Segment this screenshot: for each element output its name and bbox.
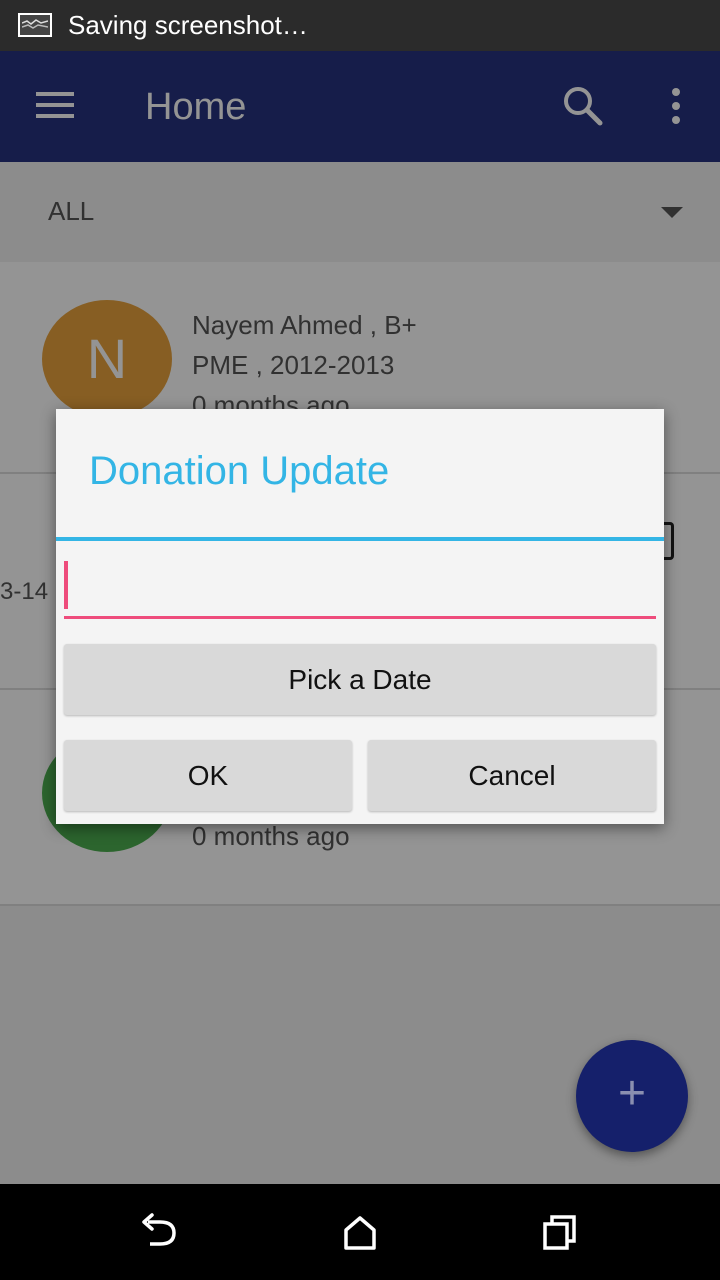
donation-input[interactable] — [64, 561, 656, 619]
cancel-button[interactable]: Cancel — [368, 740, 656, 811]
status-text: Saving screenshot… — [68, 10, 308, 40]
recents-icon[interactable] — [540, 1212, 580, 1252]
navigation-bar — [0, 1184, 720, 1280]
status-bar: Saving screenshot… — [0, 0, 720, 51]
text-cursor — [64, 561, 68, 609]
pick-date-button[interactable]: Pick a Date — [64, 644, 656, 715]
screenshot-icon — [18, 13, 52, 37]
title-divider — [56, 537, 664, 541]
home-icon[interactable] — [340, 1212, 380, 1252]
add-button[interactable]: + — [576, 1040, 688, 1152]
ok-button[interactable]: OK — [64, 740, 352, 811]
back-icon[interactable] — [140, 1212, 180, 1252]
dialog-title: Donation Update — [89, 449, 390, 493]
donation-update-dialog: Donation Update Pick a Date OK Cancel — [56, 409, 664, 824]
